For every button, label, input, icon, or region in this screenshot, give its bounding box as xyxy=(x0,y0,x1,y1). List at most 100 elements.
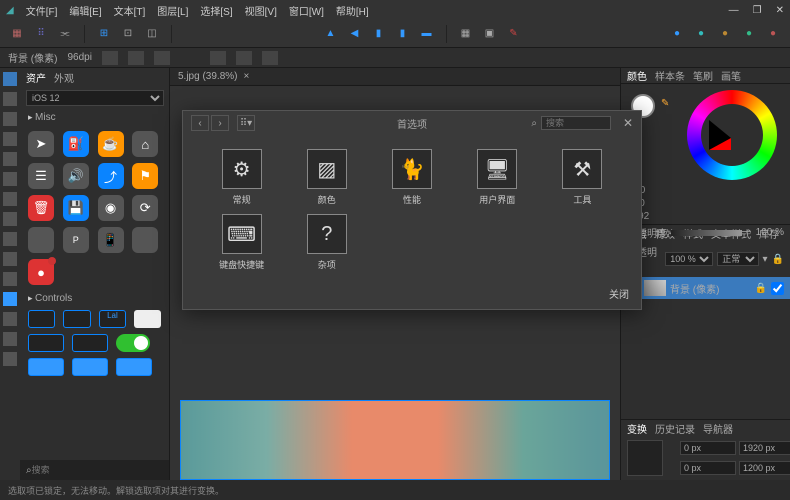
lock-icon[interactable]: 🔒 xyxy=(772,254,784,265)
brush-tool[interactable] xyxy=(3,152,17,166)
ctx-tool-3[interactable] xyxy=(154,51,170,65)
dialog-forward-button[interactable]: › xyxy=(211,115,229,131)
asset-fingerprint-icon[interactable]: ◉ xyxy=(98,195,124,221)
menu-file[interactable]: 文件[F] xyxy=(26,3,58,18)
tab-brush[interactable]: 笔刷 xyxy=(693,68,713,83)
grid2-icon[interactable]: ▦ xyxy=(457,25,475,43)
y-input[interactable] xyxy=(680,461,736,475)
control-button-1[interactable] xyxy=(28,310,55,328)
dialog-grid-button[interactable]: ⠿▾ xyxy=(237,115,255,131)
heal-tool[interactable] xyxy=(3,192,17,206)
eyedropper-icon[interactable]: ✎ xyxy=(661,98,669,109)
menu-select[interactable]: 选择[S] xyxy=(200,3,232,18)
control-slider-2[interactable] xyxy=(72,358,108,376)
layers-icon[interactable]: ▣ xyxy=(481,25,499,43)
x-input[interactable] xyxy=(680,441,736,455)
ctx-tool-5[interactable] xyxy=(236,51,252,65)
asset-trash-icon[interactable]: 🗑 xyxy=(28,195,54,221)
pref-performance[interactable]: 🐈性能 xyxy=(373,149,450,206)
align-left-icon[interactable]: ◀ xyxy=(346,25,364,43)
persona-tone-icon[interactable]: ● xyxy=(740,25,758,43)
asset-search-input[interactable] xyxy=(32,465,163,475)
control-button-2[interactable] xyxy=(63,310,90,328)
align-right-icon[interactable]: ▮ xyxy=(394,25,412,43)
canvas-image[interactable] xyxy=(180,400,610,480)
asset-action-icon[interactable]: ⤴ xyxy=(98,163,124,189)
ctx-tool-4[interactable] xyxy=(210,51,226,65)
asset-phone-icon[interactable]: 📱 xyxy=(98,227,124,253)
tab-history[interactable]: 历史记录 xyxy=(655,421,695,436)
align-icon[interactable]: ⊡ xyxy=(119,25,137,43)
control-slider-3[interactable] xyxy=(116,358,152,376)
asset-fuel-icon[interactable]: ⛽ xyxy=(63,131,89,157)
asset-red-dot-icon[interactable]: ● xyxy=(28,259,54,285)
asset-spinner-icon[interactable]: ⟳ xyxy=(132,195,158,221)
persona-export-icon[interactable]: ● xyxy=(764,25,782,43)
persona-develop-icon[interactable]: ● xyxy=(716,25,734,43)
persona-liquify-icon[interactable]: ● xyxy=(692,25,710,43)
pref-color[interactable]: ▨颜色 xyxy=(288,149,365,206)
pref-ui[interactable]: 🖥用户界面 xyxy=(459,149,536,206)
preset-select[interactable]: iOS 12 xyxy=(26,90,164,106)
blend-mode-select[interactable]: 正常 xyxy=(717,252,758,266)
close-window-icon[interactable]: ✕ xyxy=(776,5,784,16)
layer-check[interactable] xyxy=(771,282,784,295)
tab-color[interactable]: 颜色 xyxy=(627,68,647,83)
menu-edit[interactable]: 编辑[E] xyxy=(69,3,101,18)
asset-home-icon[interactable]: ⌂ xyxy=(132,131,158,157)
pref-misc[interactable]: ?杂项 xyxy=(288,214,365,271)
marquee-icon[interactable]: ◫ xyxy=(143,25,161,43)
control-segment-1[interactable] xyxy=(28,334,64,352)
erase-tool[interactable] xyxy=(3,212,17,226)
control-switch[interactable] xyxy=(116,334,150,352)
pref-tools[interactable]: ⚒工具 xyxy=(544,149,621,206)
asset-disk-icon[interactable]: 💾 xyxy=(63,195,89,221)
ctx-tool-6[interactable] xyxy=(262,51,278,65)
menu-layer[interactable]: 图层[L] xyxy=(157,3,188,18)
tab-appearance[interactable]: 外观 xyxy=(54,70,74,85)
distribute-icon[interactable]: ▬ xyxy=(418,25,436,43)
asset-cup-icon[interactable]: ☕ xyxy=(98,131,124,157)
menu-text[interactable]: 文本[T] xyxy=(114,3,146,18)
asset-location-icon[interactable]: ➤ xyxy=(28,131,54,157)
opacity-circle-icon[interactable]: ○ xyxy=(746,227,752,238)
asset-list-icon[interactable]: ☰ xyxy=(28,163,54,189)
opacity-slider[interactable] xyxy=(671,230,742,236)
pref-shortcuts[interactable]: ⌨键盘快捷键 xyxy=(203,214,280,271)
tab-swatches[interactable]: 样本条 xyxy=(655,68,685,83)
tab-assets[interactable]: 资产 xyxy=(26,70,46,85)
layer-menu-icon[interactable]: ▾ xyxy=(763,254,768,265)
menu-help[interactable]: 帮助[H] xyxy=(336,3,369,18)
crop-tool[interactable] xyxy=(3,112,17,126)
fill-tool[interactable] xyxy=(3,232,17,246)
control-button-3[interactable]: Lal xyxy=(99,310,126,328)
asset-speaker-icon[interactable]: 🔊 xyxy=(63,163,89,189)
menu-window[interactable]: 窗口[W] xyxy=(289,3,324,18)
snap-icon[interactable]: ⊞ xyxy=(95,25,113,43)
menu-view[interactable]: 视图[V] xyxy=(245,3,277,18)
clone-tool[interactable] xyxy=(3,172,17,186)
node-tool[interactable] xyxy=(3,92,17,106)
color-picker-tool[interactable] xyxy=(3,352,17,366)
dialog-close-icon[interactable]: ✕ xyxy=(623,116,633,130)
apps-icon[interactable]: ⠿ xyxy=(32,25,50,43)
ctx-tool-1[interactable] xyxy=(102,51,118,65)
grid-icon[interactable]: ▦ xyxy=(8,25,26,43)
hand-tool[interactable] xyxy=(3,332,17,346)
persona-photo-icon[interactable]: ● xyxy=(668,25,686,43)
pen-tool[interactable] xyxy=(3,272,17,286)
control-slider-1[interactable] xyxy=(28,358,64,376)
layer-lock-icon[interactable]: 🔒 xyxy=(755,283,767,294)
ctx-tool-2[interactable] xyxy=(128,51,144,65)
dialog-back-button[interactable]: ‹ xyxy=(191,115,209,131)
layer-opacity-select[interactable]: 100 % xyxy=(665,252,713,266)
move-tool[interactable] xyxy=(3,72,17,86)
layer-row[interactable]: 背景 (像素) 🔒 xyxy=(621,277,790,299)
asset-search[interactable]: ⌕ xyxy=(20,460,169,480)
shape-tool[interactable] xyxy=(3,252,17,266)
text-tool[interactable] xyxy=(3,292,17,306)
control-button-4[interactable] xyxy=(134,310,161,328)
color-wheel[interactable] xyxy=(687,90,777,180)
pen-icon[interactable]: ✎ xyxy=(505,25,523,43)
dialog-close-button[interactable]: 关闭 xyxy=(609,286,629,301)
